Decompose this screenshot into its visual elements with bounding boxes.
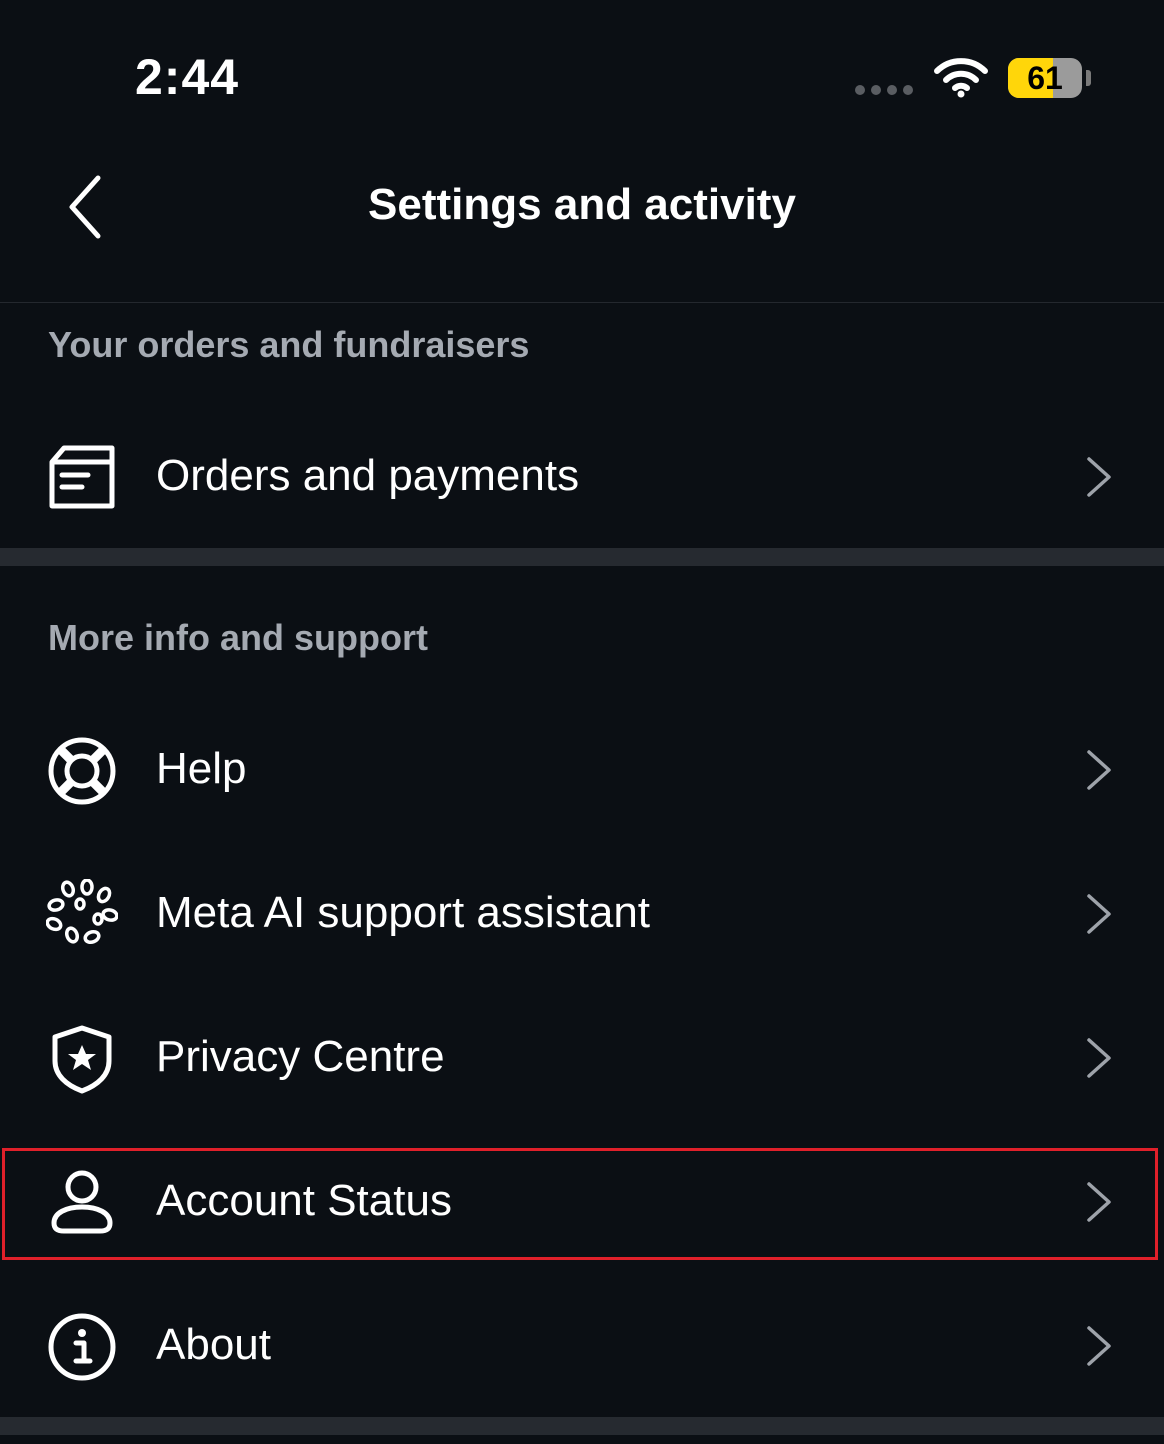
- battery-level: 61: [1027, 60, 1063, 96]
- section-separator: [0, 1417, 1164, 1435]
- chevron-right-icon: [1087, 894, 1111, 934]
- row-orders-and-payments[interactable]: Orders and payments: [0, 418, 1164, 534]
- section-separator: [0, 548, 1164, 566]
- row-label: Meta AI support assistant: [156, 888, 651, 937]
- header-divider: [0, 302, 1164, 303]
- lifebuoy-icon: [48, 737, 116, 805]
- chevron-right-icon: [1087, 750, 1111, 790]
- battery-indicator: 61: [1008, 58, 1084, 98]
- row-label: About: [156, 1320, 271, 1369]
- chevron-right-icon: [1087, 457, 1111, 497]
- row-help[interactable]: Help: [0, 711, 1164, 827]
- status-time: 2:44: [135, 49, 240, 105]
- info-icon: [48, 1313, 116, 1381]
- row-label: Privacy Centre: [156, 1032, 445, 1081]
- battery-cap: [1086, 70, 1091, 86]
- cellular-signal-icon: [855, 85, 913, 95]
- page-title: Settings and activity: [368, 180, 796, 229]
- receipt-box-icon: [49, 445, 115, 509]
- shield-star-icon: [52, 1025, 112, 1094]
- highlight-box: [2, 1148, 1158, 1260]
- wifi-icon: [934, 58, 988, 98]
- section-header-orders: Your orders and fundraisers: [48, 324, 530, 365]
- row-label: Orders and payments: [156, 451, 580, 500]
- row-meta-ai-support-assistant[interactable]: Meta AI support assistant: [0, 855, 1164, 971]
- row-about[interactable]: About: [0, 1287, 1164, 1403]
- chevron-right-icon: [1087, 1326, 1111, 1366]
- row-privacy-centre[interactable]: Privacy Centre: [0, 999, 1164, 1115]
- meta-ai-icon: [46, 879, 118, 945]
- row-label: Help: [156, 744, 247, 793]
- section-header-more-info: More info and support: [48, 617, 428, 658]
- chevron-right-icon: [1087, 1038, 1111, 1078]
